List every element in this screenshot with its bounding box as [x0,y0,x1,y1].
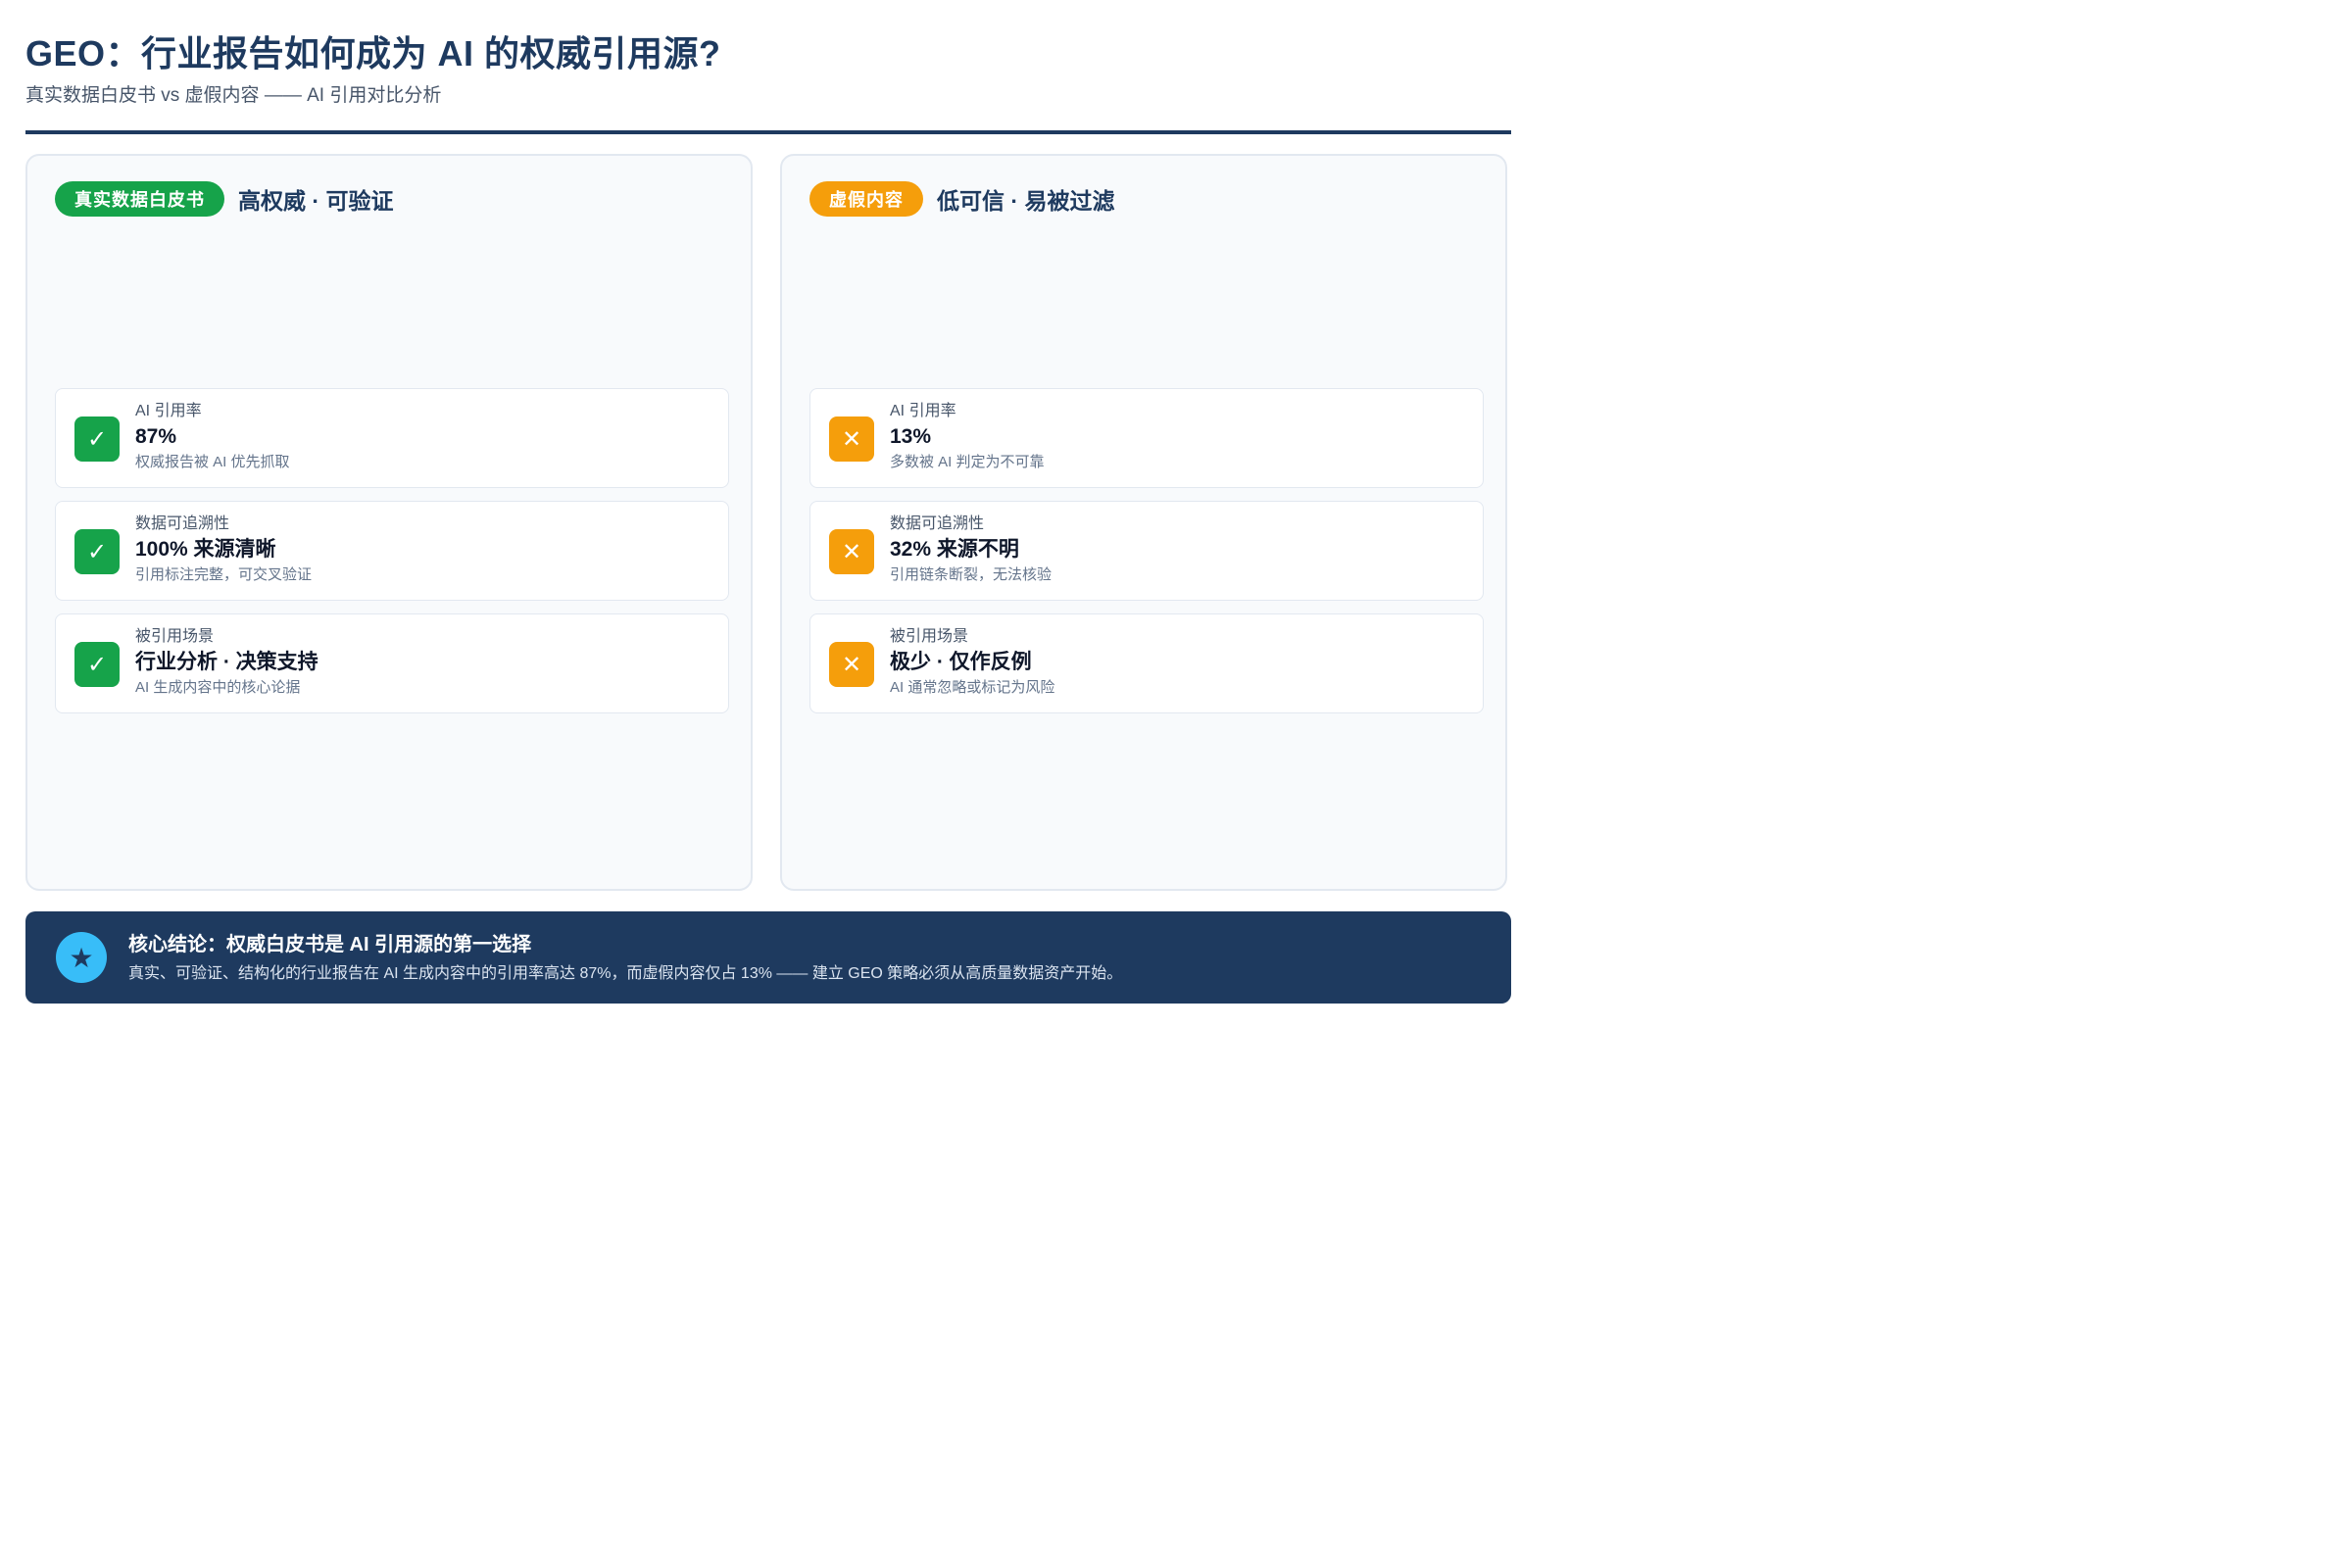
page-title: GEO：行业报告如何成为 AI 的权威引用源? [25,33,721,74]
panel-header: 虚假内容 低可信 · 易被过滤 [809,181,1114,217]
metric-label: 被引用场景 [890,628,969,645]
metric-label: 数据可追溯性 [135,515,230,532]
metric-card-citation-scenario: ✓ 被引用场景 行业分析 · 决策支持 AI 生成内容中的核心论据 [55,613,729,713]
metric-description: 多数被 AI 判定为不可靠 [890,454,1045,470]
page-header: GEO：行业报告如何成为 AI 的权威引用源? 真实数据白皮书 vs 虚假内容 … [25,29,1511,110]
cross-icon: ✕ [829,642,874,687]
metric-description: 引用链条断裂，无法核验 [890,566,1053,583]
whitepaper-tagline: 高权威 · 可验证 [238,188,394,214]
whitepaper-panel: 真实数据白皮书 高权威 · 可验证 ✓ AI 引用率 87% 权威报告被 AI … [25,154,753,891]
page-subtitle: 真实数据白皮书 vs 虚假内容 —— AI 引用对比分析 [25,85,442,106]
metric-description: 引用标注完整，可交叉验证 [135,566,313,583]
check-icon: ✓ [74,529,120,574]
whitepaper-badge: 真实数据白皮书 [55,181,224,217]
metric-value: 100% 来源清晰 [135,538,276,561]
fake-content-tagline: 低可信 · 易被过滤 [937,188,1115,214]
star-icon: ★ [56,932,107,983]
metric-description: AI 通常忽略或标记为风险 [890,679,1055,696]
cross-icon: ✕ [829,416,874,462]
metric-description: AI 生成内容中的核心论据 [135,679,301,696]
metric-label: 数据可追溯性 [890,515,985,532]
conclusion-text: 真实、可验证、结构化的行业报告在 AI 生成内容中的引用率高达 87%，而虚假内… [128,965,1123,982]
fake-content-metrics: ✕ AI 引用率 13% 多数被 AI 判定为不可靠 ✕ 数据可追溯性 32% … [809,388,1484,726]
metric-label: AI 引用率 [135,403,202,419]
metric-card-traceability: ✕ 数据可追溯性 32% 来源不明 引用链条断裂，无法核验 [809,501,1484,601]
metric-card-citation-rate: ✓ AI 引用率 87% 权威报告被 AI 优先抓取 [55,388,729,488]
metric-card-citation-rate: ✕ AI 引用率 13% 多数被 AI 判定为不可靠 [809,388,1484,488]
metric-label: AI 引用率 [890,403,956,419]
whitepaper-metrics: ✓ AI 引用率 87% 权威报告被 AI 优先抓取 ✓ 数据可追溯性 100%… [55,388,729,726]
metric-value: 极少 · 仅作反例 [890,651,1032,673]
cross-icon: ✕ [829,529,874,574]
check-icon: ✓ [74,642,120,687]
metric-card-citation-scenario: ✕ 被引用场景 极少 · 仅作反例 AI 通常忽略或标记为风险 [809,613,1484,713]
fake-content-badge: 虚假内容 [809,181,923,217]
metric-value: 行业分析 · 决策支持 [135,651,318,673]
metric-label: 被引用场景 [135,628,215,645]
metric-description: 权威报告被 AI 优先抓取 [135,454,290,470]
metric-value: 13% [890,425,932,448]
fake-content-panel: 虚假内容 低可信 · 易被过滤 ✕ AI 引用率 13% 多数被 AI 判定为不… [780,154,1507,891]
metric-value: 32% 来源不明 [890,538,1019,561]
panel-header: 真实数据白皮书 高权威 · 可验证 [55,181,393,217]
conclusion-title: 核心结论：权威白皮书是 AI 引用源的第一选择 [128,934,532,956]
metric-value: 87% [135,425,177,448]
metric-card-traceability: ✓ 数据可追溯性 100% 来源清晰 引用标注完整，可交叉验证 [55,501,729,601]
header-divider [25,130,1511,134]
conclusion-banner: ★ 核心结论：权威白皮书是 AI 引用源的第一选择 真实、可验证、结构化的行业报… [25,911,1511,1004]
check-icon: ✓ [74,416,120,462]
